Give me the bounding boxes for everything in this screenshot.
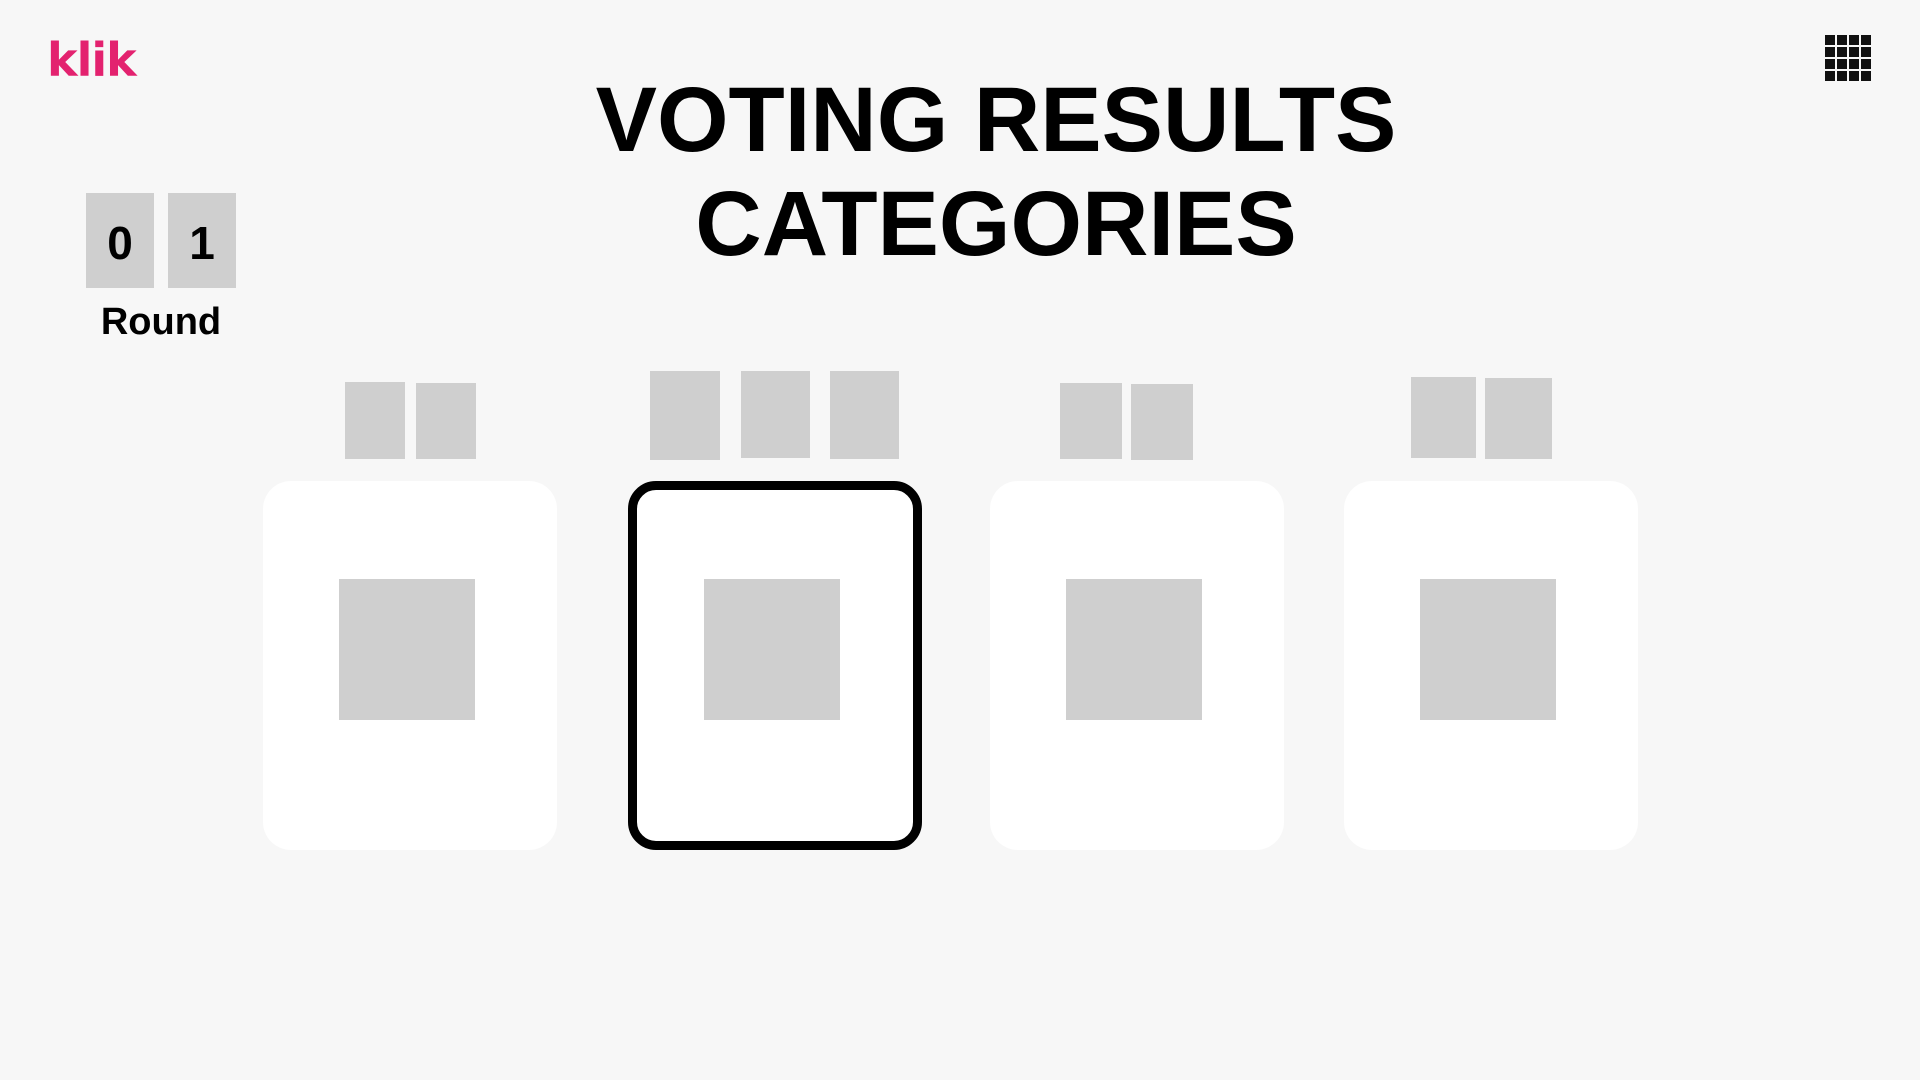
category-card-1-image <box>339 579 475 720</box>
category-card-4-image <box>1420 579 1556 720</box>
card-1-score-block-2 <box>416 383 476 459</box>
card-2-score-block-3 <box>830 371 899 459</box>
card-4-score-block-1 <box>1411 377 1476 458</box>
category-card-3[interactable] <box>990 481 1284 850</box>
round-label: Round <box>100 301 222 343</box>
card-2-score-block-2 <box>741 371 810 458</box>
card-4-score-block-2 <box>1485 378 1552 459</box>
card-3-score-block-2 <box>1131 384 1193 460</box>
category-card-2-image <box>704 579 840 720</box>
card-3-score-block-1 <box>1060 383 1122 459</box>
category-card-3-image <box>1066 579 1202 720</box>
category-card-4[interactable] <box>1344 481 1638 850</box>
card-2-score-block-1 <box>650 371 720 460</box>
page-title-line-2: CATEGORIES <box>695 173 1297 275</box>
category-card-1[interactable] <box>263 481 557 850</box>
category-card-2-selected[interactable] <box>628 481 922 850</box>
round-digit-ones: 1 <box>168 193 236 288</box>
page-title-line-1: VOTING RESULTS <box>595 69 1397 171</box>
round-digit-tens: 0 <box>86 193 154 288</box>
page-title: VOTING RESULTS CATEGORIES <box>0 68 1920 276</box>
card-1-score-block-1 <box>345 382 405 459</box>
